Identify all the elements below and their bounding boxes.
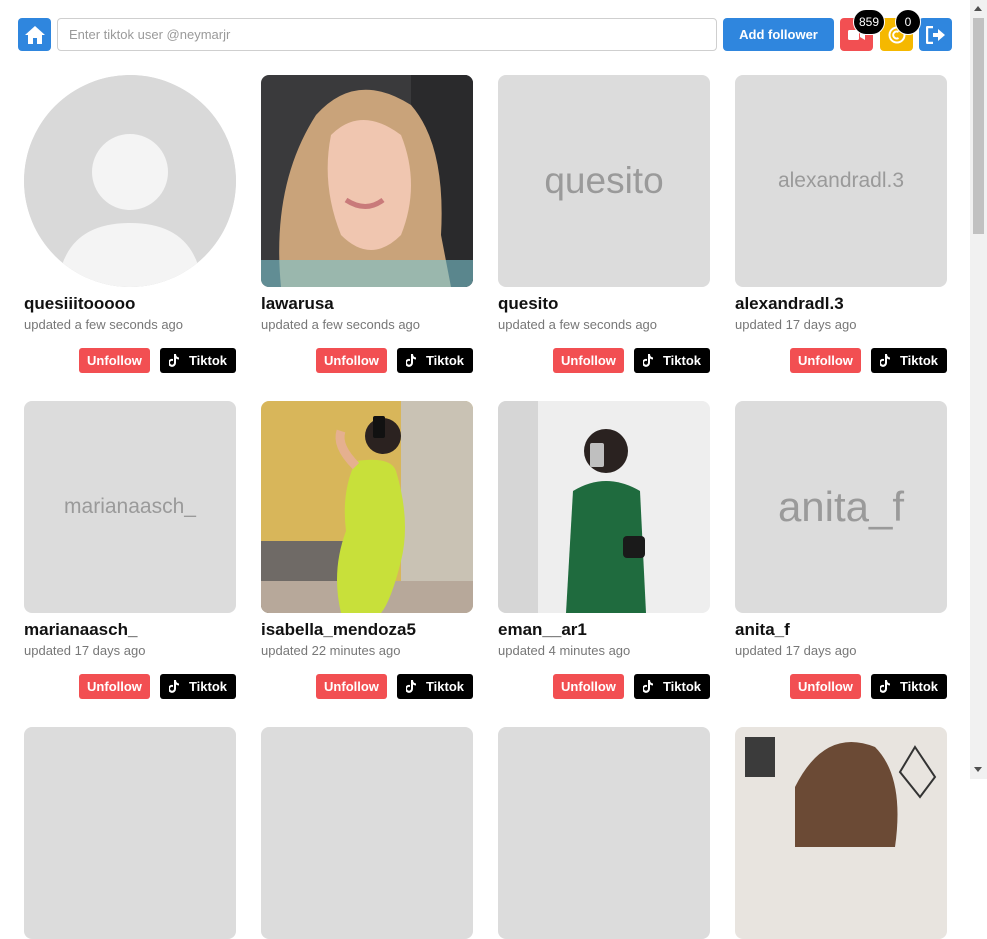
text-placeholder-thumb[interactable]: quesito xyxy=(498,75,710,287)
tiktok-label: Tiktok xyxy=(899,679,939,694)
unfollow-button[interactable]: Unfollow xyxy=(790,674,861,699)
tiktok-label: Tiktok xyxy=(662,353,702,368)
updated-time: updated 17 days ago xyxy=(735,317,857,332)
search-input[interactable] xyxy=(57,18,717,51)
text-placeholder-thumb[interactable]: marianaasch_ xyxy=(24,401,236,613)
tiktok-label: Tiktok xyxy=(899,353,939,368)
follower-card: isabella_mendoza5 updated 22 minutes ago… xyxy=(261,401,473,699)
tiktok-label: Tiktok xyxy=(425,353,465,368)
tiktok-button[interactable]: Tiktok xyxy=(397,348,473,373)
tiktok-button[interactable]: Tiktok xyxy=(871,348,947,373)
text-placeholder-thumb[interactable] xyxy=(261,727,473,939)
scrollbar[interactable] xyxy=(970,0,987,779)
photo-illustration xyxy=(261,75,473,287)
tiktok-label: Tiktok xyxy=(425,679,465,694)
updated-time: updated a few seconds ago xyxy=(498,317,658,332)
unfollow-button[interactable]: Unfollow xyxy=(553,348,624,373)
tiktok-icon xyxy=(168,354,179,367)
updated-time: updated 22 minutes ago xyxy=(261,643,401,658)
text-placeholder-thumb[interactable] xyxy=(24,727,236,939)
username[interactable]: marianaasch_ xyxy=(24,619,236,641)
follower-card: anita_f anita_f updated 17 days ago Unfo… xyxy=(735,401,947,699)
username[interactable]: isabella_mendoza5 xyxy=(261,619,473,641)
username[interactable]: quesito xyxy=(498,293,710,315)
unfollow-button[interactable]: Unfollow xyxy=(553,674,624,699)
scroll-down-icon[interactable] xyxy=(974,767,982,772)
home-button[interactable] xyxy=(18,18,51,51)
username[interactable]: alexandradl.3 xyxy=(735,293,947,315)
logout-button[interactable] xyxy=(919,18,952,51)
tiktok-icon xyxy=(405,354,416,367)
unfollow-button[interactable]: Unfollow xyxy=(316,674,387,699)
thumb-text: quesito xyxy=(544,160,664,201)
default-avatar[interactable] xyxy=(24,75,236,287)
tiktok-button[interactable]: Tiktok xyxy=(871,674,947,699)
text-placeholder-thumb[interactable]: anita_f xyxy=(735,401,947,613)
updated-time: updated a few seconds ago xyxy=(24,317,184,332)
scrollbar-thumb[interactable] xyxy=(973,18,984,234)
photo-illustration xyxy=(261,401,473,613)
tiktok-label: Tiktok xyxy=(662,679,702,694)
profile-photo[interactable] xyxy=(735,727,947,939)
coin-count-badge: 0 xyxy=(895,9,921,35)
profile-photo[interactable] xyxy=(261,401,473,613)
unfollow-button[interactable]: Unfollow xyxy=(79,348,150,373)
follower-card: alexandradl.3 alexandradl.3 updated 17 d… xyxy=(735,75,947,373)
tiktok-button[interactable]: Tiktok xyxy=(160,674,236,699)
photo-illustration xyxy=(498,401,710,613)
sign-out-icon xyxy=(925,25,945,44)
username[interactable]: quesiiitooooo xyxy=(24,293,236,315)
follower-card xyxy=(261,727,473,939)
thumb-text: anita_f xyxy=(777,483,905,530)
follower-card: eman__ar1 updated 4 minutes ago Unfollow… xyxy=(498,401,710,699)
tiktok-button[interactable]: Tiktok xyxy=(634,348,710,373)
profile-photo[interactable] xyxy=(498,401,710,613)
follower-card: marianaasch_ marianaasch_ updated 17 day… xyxy=(24,401,236,699)
username[interactable]: anita_f xyxy=(735,619,947,641)
text-placeholder-thumb[interactable] xyxy=(498,727,710,939)
tiktok-label: Tiktok xyxy=(188,679,228,694)
tiktok-icon xyxy=(642,354,653,367)
follower-grid: quesiiitooooo updated a few seconds ago … xyxy=(24,75,947,939)
tiktok-icon xyxy=(405,680,416,693)
photo-illustration xyxy=(735,727,947,939)
user-silhouette-icon xyxy=(24,75,236,287)
unfollow-button[interactable]: Unfollow xyxy=(79,674,150,699)
scroll-up-icon[interactable] xyxy=(974,6,982,11)
tiktok-icon xyxy=(879,680,890,693)
thumb-text: alexandradl.3 xyxy=(777,169,905,192)
profile-photo[interactable] xyxy=(261,75,473,287)
unfollow-button[interactable]: Unfollow xyxy=(316,348,387,373)
follower-card: quesiiitooooo updated a few seconds ago … xyxy=(24,75,236,373)
tiktok-label: Tiktok xyxy=(188,353,228,368)
thumb-text: marianaasch_ xyxy=(64,495,196,518)
updated-time: updated 17 days ago xyxy=(735,643,857,658)
tiktok-button[interactable]: Tiktok xyxy=(397,674,473,699)
video-count-badge: 859 xyxy=(853,9,886,35)
unfollow-button[interactable]: Unfollow xyxy=(790,348,861,373)
add-follower-button[interactable]: Add follower xyxy=(723,18,834,51)
follower-card: lawarusa updated a few seconds ago Unfol… xyxy=(261,75,473,373)
follower-card xyxy=(735,727,947,939)
username[interactable]: eman__ar1 xyxy=(498,619,710,641)
tiktok-button[interactable]: Tiktok xyxy=(634,674,710,699)
updated-time: updated 4 minutes ago xyxy=(498,643,631,658)
username[interactable]: lawarusa xyxy=(261,293,473,315)
tiktok-icon xyxy=(642,680,653,693)
follower-card: quesito quesito updated a few seconds ag… xyxy=(498,75,710,373)
tiktok-icon xyxy=(879,354,890,367)
updated-time: updated 17 days ago xyxy=(24,643,146,658)
follower-card xyxy=(498,727,710,939)
tiktok-button[interactable]: Tiktok xyxy=(160,348,236,373)
tiktok-icon xyxy=(168,680,179,693)
home-icon xyxy=(24,25,45,44)
follower-card xyxy=(24,727,236,939)
updated-time: updated a few seconds ago xyxy=(261,317,421,332)
text-placeholder-thumb[interactable]: alexandradl.3 xyxy=(735,75,947,287)
toolbar: Add follower 859 0 xyxy=(0,0,970,60)
